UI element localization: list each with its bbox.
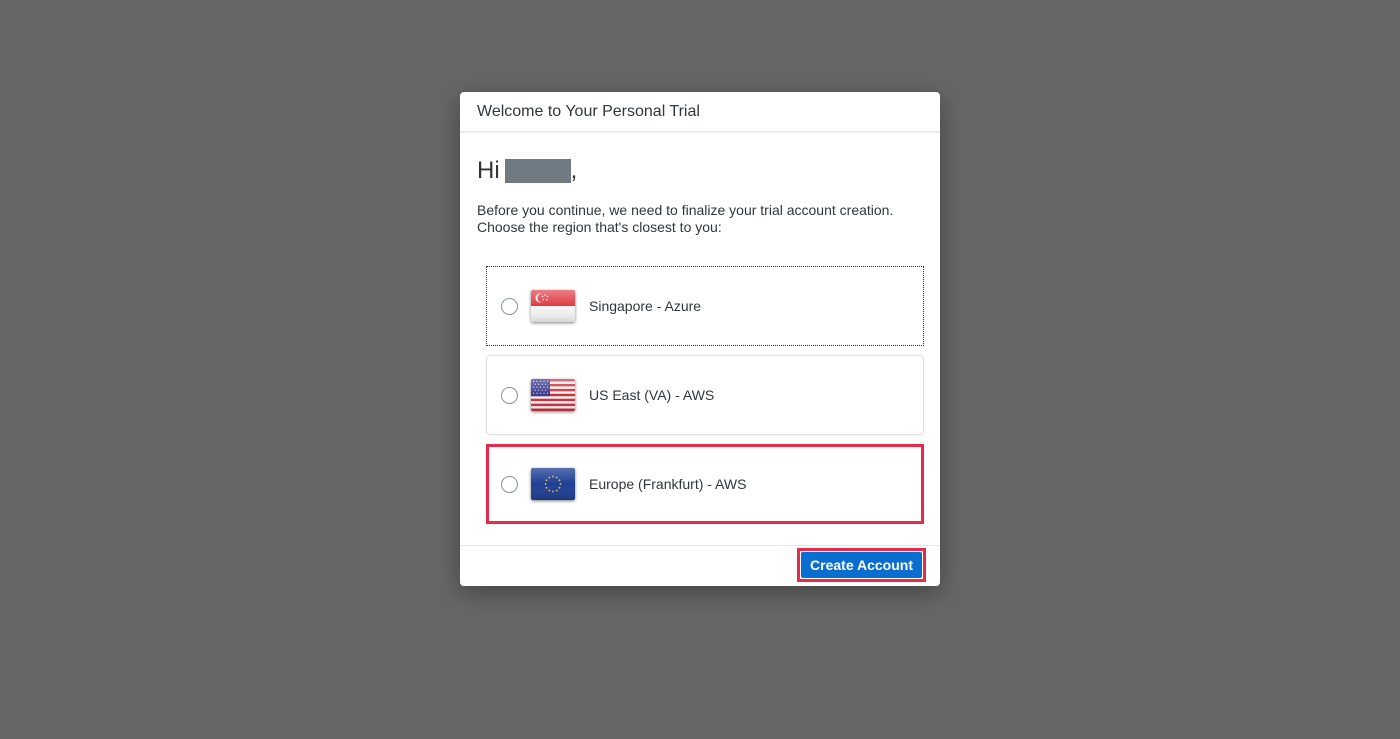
greeting-comma: , [570, 157, 578, 184]
greeting: Hi , [477, 156, 923, 186]
intro-text: Before you continue, we need to finalize… [477, 202, 923, 236]
singapore-flag-icon [531, 290, 575, 322]
greeting-text: Hi [477, 157, 500, 184]
intro-line-2: Choose the region that's closest to you: [477, 219, 722, 235]
create-account-button[interactable]: Create Account [801, 552, 922, 578]
region-radio-us-east[interactable] [501, 386, 518, 404]
region-option-us-east-aws[interactable]: US East (VA) - AWS [486, 355, 924, 435]
region-label-singapore: Singapore - Azure [589, 298, 702, 314]
dialog-body: Hi , Before you continue, we need to fin… [460, 156, 940, 524]
create-account-highlight: Create Account [797, 548, 926, 582]
region-label-europe: Europe (Frankfurt) - AWS [589, 476, 747, 492]
eu-flag-icon [531, 468, 575, 500]
region-list: Singapore - Azure US East (VA) - AWS Eur… [486, 266, 924, 524]
region-option-singapore-azure[interactable]: Singapore - Azure [486, 266, 924, 346]
region-label-us-east: US East (VA) - AWS [589, 387, 715, 403]
redacted-username [504, 159, 571, 183]
region-radio-singapore[interactable] [501, 297, 518, 315]
region-radio-europe[interactable] [501, 475, 518, 493]
us-flag-icon [531, 379, 575, 411]
dialog-footer: Create Account [460, 545, 940, 586]
trial-welcome-dialog: Welcome to Your Personal Trial Hi , Befo… [460, 92, 940, 586]
dialog-title: Welcome to Your Personal Trial [460, 92, 940, 132]
region-option-europe-frankfurt-aws[interactable]: Europe (Frankfurt) - AWS [486, 444, 924, 524]
intro-line-1: Before you continue, we need to finalize… [477, 202, 894, 218]
